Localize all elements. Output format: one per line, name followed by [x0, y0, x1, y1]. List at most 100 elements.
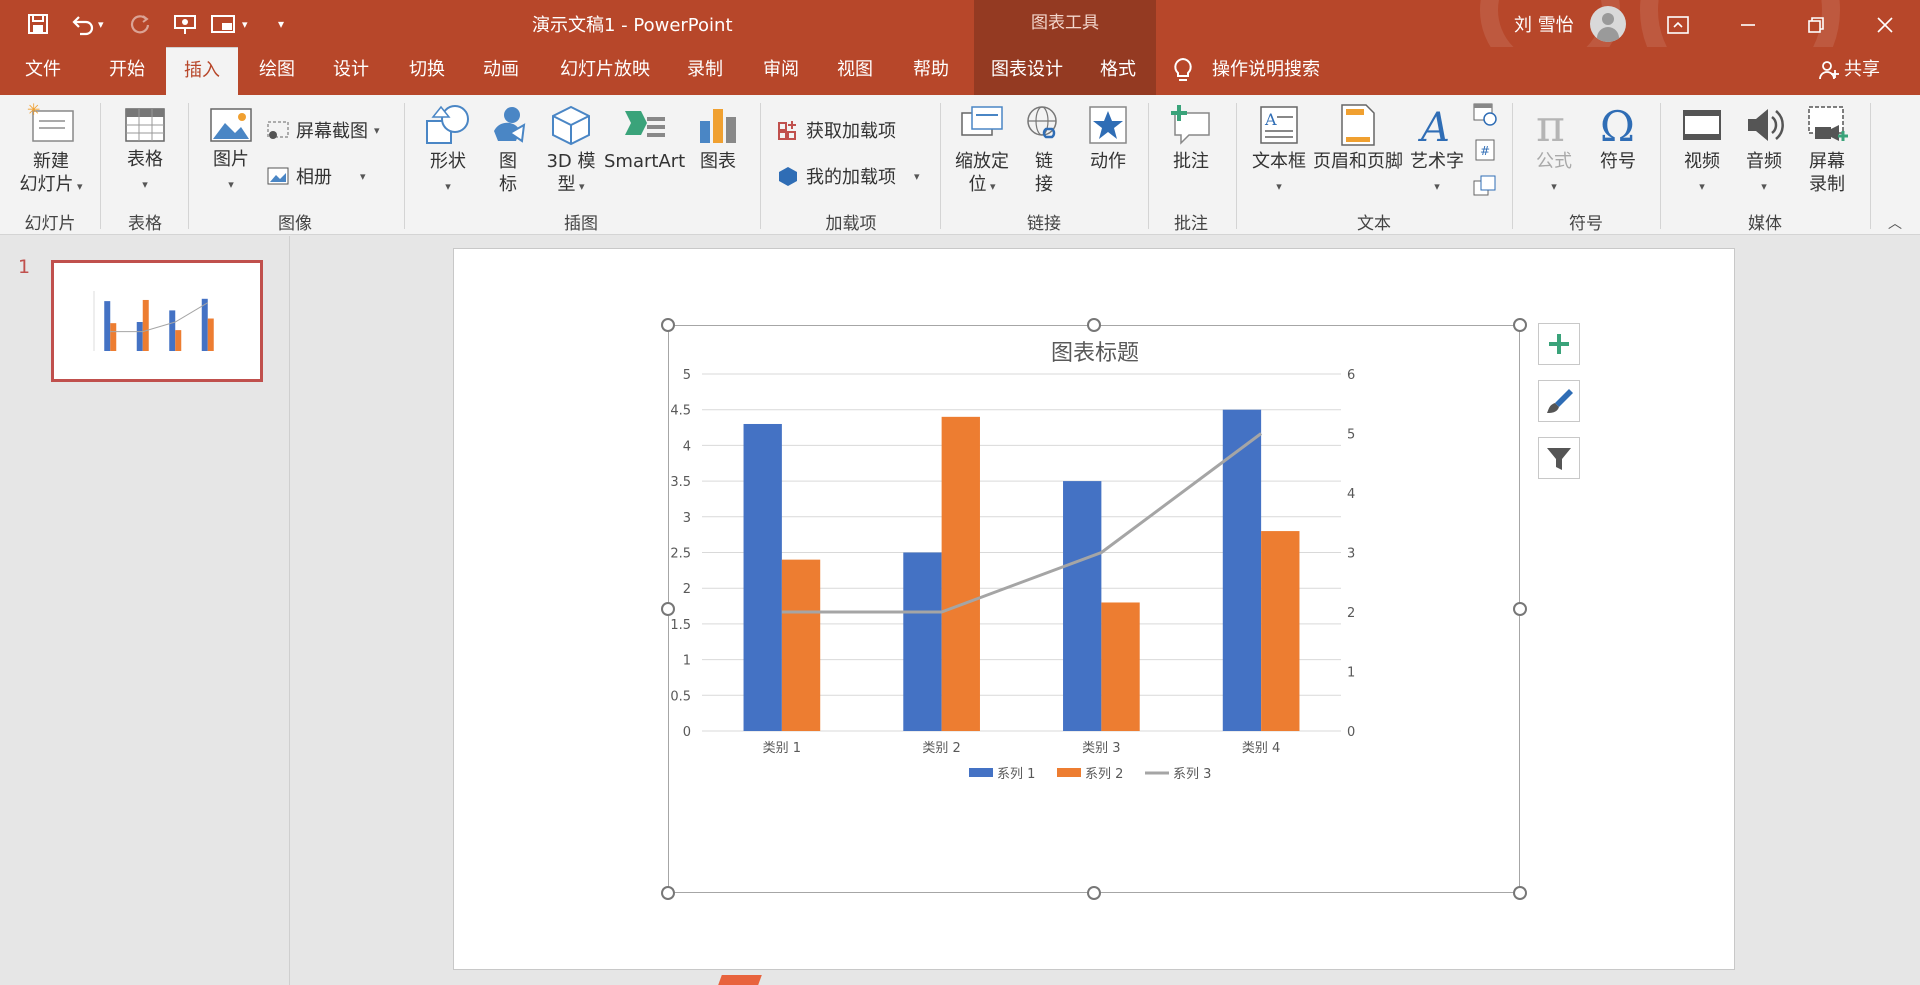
get-addins-button[interactable]: 获取加载项	[776, 117, 896, 143]
pictures-button[interactable]: 图片 ▾	[200, 105, 262, 194]
smartart-button[interactable]: SmartArt	[604, 103, 685, 174]
tab-animations[interactable]: 动画	[468, 47, 534, 95]
y2-tick-label: 0	[1347, 725, 1355, 740]
tab-draw[interactable]: 绘图	[244, 47, 310, 95]
symbol-button[interactable]: Ω 符号	[1588, 103, 1648, 174]
equation-button[interactable]: π 公式 ▾	[1524, 103, 1584, 196]
x-tick-label: 类别 2	[922, 741, 960, 756]
legend-swatch-1	[969, 768, 993, 777]
y-tick-label: 1.5	[670, 618, 691, 633]
tab-transitions[interactable]: 切换	[394, 47, 460, 95]
store-icon	[778, 121, 796, 140]
slide-thumbnail[interactable]	[51, 260, 263, 382]
chart-title[interactable]: 图表标题	[1051, 341, 1139, 366]
symbol-label: 符号	[1600, 151, 1636, 172]
chart-filters-button[interactable]	[1538, 437, 1580, 479]
link-button[interactable]: 链 接	[1020, 103, 1068, 196]
group-label-comments: 批注	[1174, 214, 1208, 234]
video-icon	[1683, 110, 1721, 140]
tab-design[interactable]: 设计	[318, 47, 384, 95]
chart-object[interactable]: 图表标题 0 0.5 1 1.5 2 2.5 3 3.5 4 4.5 5 0 1 2 3 4 5 6 类别 1 类…	[668, 325, 1520, 893]
restore-icon[interactable]	[1786, 0, 1846, 47]
line-series-3	[781, 432, 1263, 614]
shapes-button[interactable]: 形状 ▾	[416, 103, 480, 196]
chart-button[interactable]: 图表	[690, 103, 746, 174]
present-from-start-icon[interactable]	[172, 10, 198, 38]
chart-elements-button[interactable]	[1538, 323, 1580, 365]
user-name[interactable]: 刘 雪怡	[1514, 11, 1574, 37]
tab-slideshow[interactable]: 幻灯片放映	[550, 47, 660, 95]
tab-format[interactable]: 格式	[1080, 47, 1156, 95]
icons-button[interactable]: 图 标	[484, 103, 532, 196]
layout-icon[interactable]: ▾	[210, 10, 248, 38]
video-button[interactable]: 视频 ▾	[1672, 103, 1732, 196]
screenshot-icon	[267, 121, 289, 139]
thumb-bar	[110, 323, 117, 351]
tab-chart-design[interactable]: 图表设计	[974, 47, 1080, 95]
photo-album-button[interactable]: 相册 ▾	[266, 163, 366, 189]
link-label-2: 接	[1035, 173, 1053, 195]
thumb-bar	[136, 322, 143, 351]
new-slide-button[interactable]: ✳ 新建 幻灯片 ▾	[12, 101, 90, 196]
screenshot-label: 屏幕截图	[296, 121, 368, 142]
tab-file[interactable]: 文件	[10, 47, 76, 95]
audio-button[interactable]: 音频 ▾	[1734, 103, 1794, 196]
customize-quick-access-icon[interactable]: ▾	[278, 10, 284, 38]
tab-home[interactable]: 开始	[94, 47, 160, 95]
comment-button[interactable]: 批注	[1160, 103, 1222, 174]
textbox-button[interactable]: A 文本框 ▾	[1248, 103, 1310, 196]
zoom-button[interactable]: 缩放定 位 ▾	[952, 103, 1012, 196]
resize-handle-top-left[interactable]	[661, 318, 675, 332]
share-person-icon	[1819, 61, 1839, 80]
new-slide-label-2: 幻灯片	[19, 173, 74, 195]
tab-review[interactable]: 审阅	[748, 47, 814, 95]
tab-record[interactable]: 录制	[672, 47, 738, 95]
resize-handle-bottom-right[interactable]	[1513, 886, 1527, 900]
date-time-icon[interactable]	[1472, 101, 1498, 127]
svg-text:✳: ✳	[27, 101, 40, 119]
thumb-bar	[207, 318, 214, 351]
avatar[interactable]	[1590, 6, 1626, 42]
chart-label: 图表	[700, 151, 736, 172]
resize-handle-right[interactable]	[1513, 602, 1527, 616]
resize-handle-top-right[interactable]	[1513, 318, 1527, 332]
zoom-icon	[961, 106, 1003, 136]
minimize-icon[interactable]	[1718, 0, 1778, 47]
collapse-ribbon-icon[interactable]: ︿	[1888, 213, 1902, 233]
resize-handle-bottom[interactable]	[1087, 886, 1101, 900]
tab-insert[interactable]: 插入	[166, 47, 238, 95]
save-icon[interactable]	[26, 10, 50, 38]
chart-styles-button[interactable]	[1538, 380, 1580, 422]
my-addins-button[interactable]: 我的加载项 ▾	[776, 163, 920, 189]
object-icon[interactable]	[1472, 173, 1498, 199]
resize-handle-bottom-left[interactable]	[661, 886, 675, 900]
bar-series-2	[1261, 531, 1300, 731]
action-button[interactable]: 动作	[1080, 103, 1136, 174]
y2-tick-label: 5	[1347, 428, 1355, 443]
icons-icon	[494, 107, 526, 143]
plus-icon	[1549, 334, 1569, 354]
bar-series-2	[1101, 602, 1140, 731]
header-footer-button[interactable]: 页眉和页脚	[1312, 103, 1404, 174]
thumb-bar	[169, 310, 176, 351]
tell-me-search[interactable]: 操作说明搜索	[1172, 47, 1320, 95]
screenshot-button[interactable]: 屏幕截图 ▾	[266, 117, 380, 143]
share-button[interactable]: 共享	[1818, 47, 1880, 95]
tab-view[interactable]: 视图	[822, 47, 888, 95]
redo-icon[interactable]	[130, 10, 152, 38]
tab-help[interactable]: 帮助	[898, 47, 964, 95]
thumb-bar	[175, 330, 182, 351]
slide-number-icon[interactable]: #	[1472, 137, 1498, 163]
close-icon[interactable]	[1855, 0, 1915, 47]
action-star-icon	[1089, 106, 1127, 144]
resize-handle-left[interactable]	[661, 602, 675, 616]
thumb-bar	[201, 298, 208, 351]
3d-models-button[interactable]: 3D 模 型 ▾	[536, 103, 606, 196]
bar-series-1	[743, 423, 782, 731]
resize-handle-top[interactable]	[1087, 318, 1101, 332]
screen-recording-button[interactable]: 屏幕 录制	[1796, 103, 1858, 196]
undo-icon[interactable]: ▾	[70, 10, 104, 38]
table-button[interactable]: 表格 ▾	[110, 105, 180, 194]
wordart-button[interactable]: A 艺术字 ▾	[1406, 103, 1468, 196]
ribbon-display-options-icon[interactable]	[1648, 0, 1708, 47]
